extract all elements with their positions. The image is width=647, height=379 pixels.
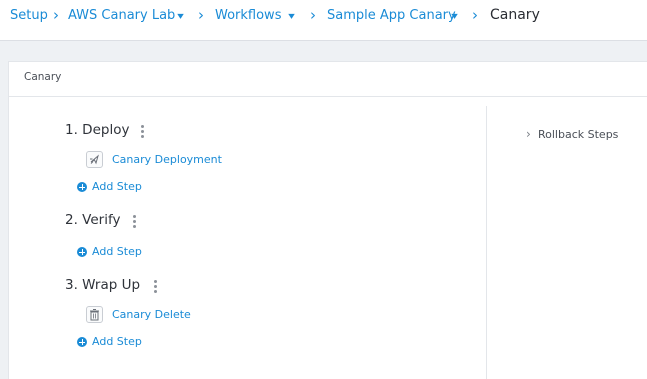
breadcrumb-separator-icon: ›	[198, 6, 204, 24]
breadcrumb-aws-canary-lab[interactable]: AWS Canary Lab	[68, 8, 175, 23]
chevron-down-icon[interactable]: ▾	[288, 11, 295, 22]
add-step-icon[interactable]	[77, 337, 87, 347]
add-step-button-wrap-up[interactable]: Add Step	[92, 335, 142, 348]
phase-title-wrap-up: 3. Wrap Up	[65, 277, 141, 293]
trash-icon	[86, 306, 103, 323]
chevron-down-icon[interactable]: ▾	[451, 11, 458, 22]
breadcrumb: Setup › AWS Canary Lab ▾ › Workflows ▾ ›…	[0, 0, 647, 41]
breadcrumb-workflows[interactable]: Workflows	[215, 8, 281, 23]
step-canary-deployment[interactable]: Canary Deployment	[112, 153, 222, 166]
step-canary-delete[interactable]: Canary Delete	[112, 308, 191, 321]
breadcrumb-setup[interactable]: Setup	[10, 8, 48, 23]
breadcrumb-separator-icon: ›	[310, 6, 316, 24]
add-step-button-deploy[interactable]: Add Step	[92, 180, 142, 193]
add-step-icon[interactable]	[77, 247, 87, 257]
panel-header: Canary	[9, 62, 647, 97]
breadcrumb-separator-icon: ›	[53, 6, 59, 24]
rollback-steps-toggle[interactable]: Rollback Steps	[538, 128, 618, 141]
add-step-button-verify[interactable]: Add Step	[92, 245, 142, 258]
kebab-menu-icon[interactable]	[154, 280, 157, 293]
breadcrumb-current: Canary	[490, 7, 540, 23]
chevron-down-icon[interactable]: ▾	[177, 11, 184, 22]
breadcrumb-separator-icon: ›	[472, 6, 478, 24]
breadcrumb-sample-app-canary[interactable]: Sample App Canary	[327, 8, 456, 23]
column-divider	[486, 106, 487, 379]
kebab-menu-icon[interactable]	[141, 125, 144, 138]
kebab-menu-icon[interactable]	[133, 215, 136, 228]
chevron-right-icon[interactable]: ›	[526, 127, 531, 141]
panel-title: Canary	[24, 71, 62, 83]
deploy-icon	[86, 151, 103, 168]
phase-title-verify: 2. Verify	[65, 212, 121, 228]
phase-title-deploy: 1. Deploy	[65, 122, 130, 138]
workflow-panel: Canary 1. Deploy Canary Deployment Add S…	[8, 61, 647, 379]
add-step-icon[interactable]	[77, 182, 87, 192]
